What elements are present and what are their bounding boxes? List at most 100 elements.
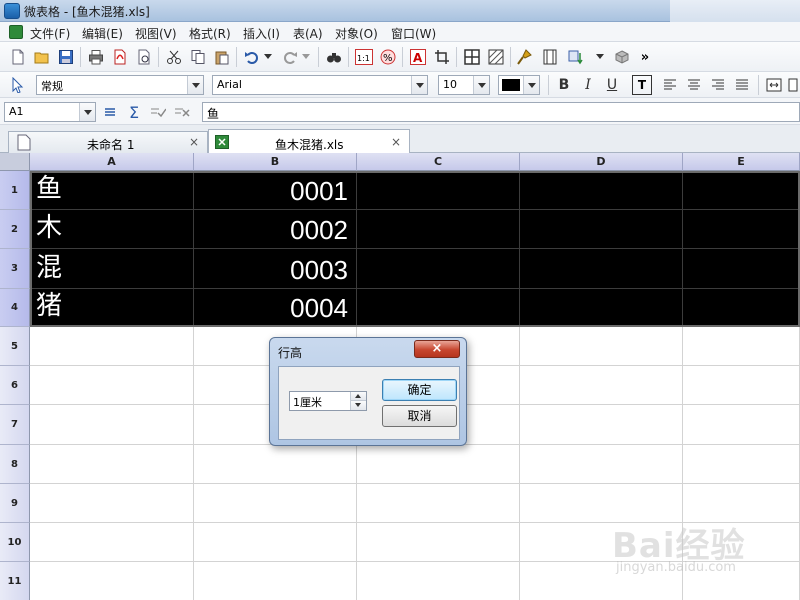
cell-reference-box[interactable]: A1 <box>4 102 96 122</box>
cell-a4[interactable]: 猪 <box>30 289 194 327</box>
cell-d7[interactable] <box>520 405 683 445</box>
cell-a3[interactable]: 混 <box>30 249 194 289</box>
cell-style-select[interactable]: 常规 <box>36 75 204 95</box>
cell-e4[interactable] <box>683 289 800 327</box>
crop-icon[interactable] <box>432 47 452 67</box>
cell-b9[interactable] <box>194 484 357 523</box>
redo-dropdown-icon[interactable] <box>300 47 312 67</box>
text-a-icon[interactable]: A <box>408 47 428 67</box>
align-right-icon[interactable] <box>708 75 728 95</box>
cell-a10[interactable] <box>30 523 194 562</box>
bold-icon[interactable]: B <box>554 75 574 95</box>
column-header-c[interactable]: C <box>357 153 520 171</box>
export-pdf-icon[interactable] <box>110 47 130 67</box>
justify-icon[interactable] <box>732 75 752 95</box>
row-header-3[interactable]: 3 <box>0 249 30 289</box>
cell-e5[interactable] <box>683 327 800 366</box>
cell-b2[interactable]: 0002 <box>194 210 357 249</box>
dialog-close-button[interactable]: × <box>414 340 460 358</box>
cell-b10[interactable] <box>194 523 357 562</box>
find-binoculars-icon[interactable] <box>324 47 344 67</box>
cell-e3[interactable] <box>683 249 800 289</box>
open-folder-icon[interactable] <box>32 47 52 67</box>
italic-icon[interactable]: I <box>578 75 598 95</box>
column-width-icon[interactable] <box>540 47 560 67</box>
menu-object[interactable]: 对象(O) <box>335 25 378 42</box>
select-all-corner[interactable] <box>0 153 30 171</box>
font-size-select[interactable]: 10 <box>438 75 490 95</box>
cell-b8[interactable] <box>194 445 357 484</box>
cell-d1[interactable] <box>520 171 683 210</box>
column-header-e[interactable]: E <box>683 153 800 171</box>
chevron-down-icon[interactable] <box>523 76 539 94</box>
font-family-select[interactable]: Arial <box>212 75 428 95</box>
align-center-icon[interactable] <box>684 75 704 95</box>
print-preview-icon[interactable] <box>134 47 154 67</box>
more-format-icon[interactable] <box>786 75 800 95</box>
cell-a6[interactable] <box>30 366 194 405</box>
cell-e7[interactable] <box>683 405 800 445</box>
underline-icon[interactable]: U <box>602 75 622 95</box>
cell-e2[interactable] <box>683 210 800 249</box>
cell-e6[interactable] <box>683 366 800 405</box>
cell-e1[interactable] <box>683 171 800 210</box>
cell-d3[interactable] <box>520 249 683 289</box>
print-icon[interactable] <box>86 47 106 67</box>
row-header-9[interactable]: 9 <box>0 484 30 523</box>
cell-a7[interactable] <box>30 405 194 445</box>
cut-icon[interactable] <box>164 47 184 67</box>
cell-c9[interactable] <box>357 484 520 523</box>
stepper-down-icon[interactable] <box>351 401 366 410</box>
cell-c4[interactable] <box>357 289 520 327</box>
chevron-down-icon[interactable] <box>473 76 489 94</box>
borders-grid-icon[interactable] <box>462 47 482 67</box>
row-header-5[interactable]: 5 <box>0 327 30 366</box>
merge-cells-icon[interactable] <box>764 75 784 95</box>
paste-icon[interactable] <box>212 47 232 67</box>
accept-check-icon[interactable] <box>148 102 168 122</box>
cell-d6[interactable] <box>520 366 683 405</box>
menu-file[interactable]: 文件(F) <box>30 25 70 42</box>
cell-d8[interactable] <box>520 445 683 484</box>
row-header-6[interactable]: 6 <box>0 366 30 405</box>
text-wrap-icon[interactable]: T <box>632 75 652 95</box>
cell-c11[interactable] <box>357 562 520 600</box>
cell-c8[interactable] <box>357 445 520 484</box>
cell-b4[interactable]: 0004 <box>194 289 357 327</box>
tab-active-file[interactable]: 鱼木混猪.xls × <box>208 129 410 154</box>
formula-input[interactable]: 鱼 <box>202 102 800 122</box>
menu-format[interactable]: 格式(R) <box>189 25 231 42</box>
percent-icon[interactable]: % <box>378 47 398 67</box>
spreadsheet-doc-icon[interactable] <box>9 25 23 39</box>
cell-a8[interactable] <box>30 445 194 484</box>
menu-window[interactable]: 窗口(W) <box>391 25 436 42</box>
cell-c2[interactable] <box>357 210 520 249</box>
pattern-fill-icon[interactable] <box>486 47 506 67</box>
zoom-100-icon[interactable]: 1:1 <box>354 47 374 67</box>
menu-table[interactable]: 表(A) <box>293 25 323 42</box>
redo-icon[interactable] <box>280 47 300 67</box>
undo-icon[interactable] <box>242 47 262 67</box>
row-header-10[interactable]: 10 <box>0 523 30 562</box>
chevron-down-icon[interactable] <box>79 103 95 121</box>
copy-icon[interactable] <box>188 47 208 67</box>
cell-e8[interactable] <box>683 445 800 484</box>
sort-icon[interactable] <box>566 47 586 67</box>
close-icon[interactable]: × <box>391 135 401 149</box>
align-left-icon[interactable] <box>660 75 680 95</box>
select-pointer-icon[interactable] <box>8 75 28 95</box>
cell-d4[interactable] <box>520 289 683 327</box>
cell-a11[interactable] <box>30 562 194 600</box>
row-header-11[interactable]: 11 <box>0 562 30 600</box>
menu-view[interactable]: 视图(V) <box>135 25 177 42</box>
undo-dropdown-icon[interactable] <box>262 47 274 67</box>
menu-insert[interactable]: 插入(I) <box>243 25 280 42</box>
toolbar-more-icon[interactable]: » <box>638 47 652 67</box>
object-cube-icon[interactable] <box>612 47 632 67</box>
row-header-4[interactable]: 4 <box>0 289 30 327</box>
close-icon[interactable]: × <box>189 135 199 149</box>
cell-a1[interactable]: 鱼 <box>30 171 194 210</box>
format-brush-icon[interactable] <box>514 47 534 67</box>
cell-c1[interactable] <box>357 171 520 210</box>
cancel-button[interactable]: 取消 <box>382 405 457 427</box>
